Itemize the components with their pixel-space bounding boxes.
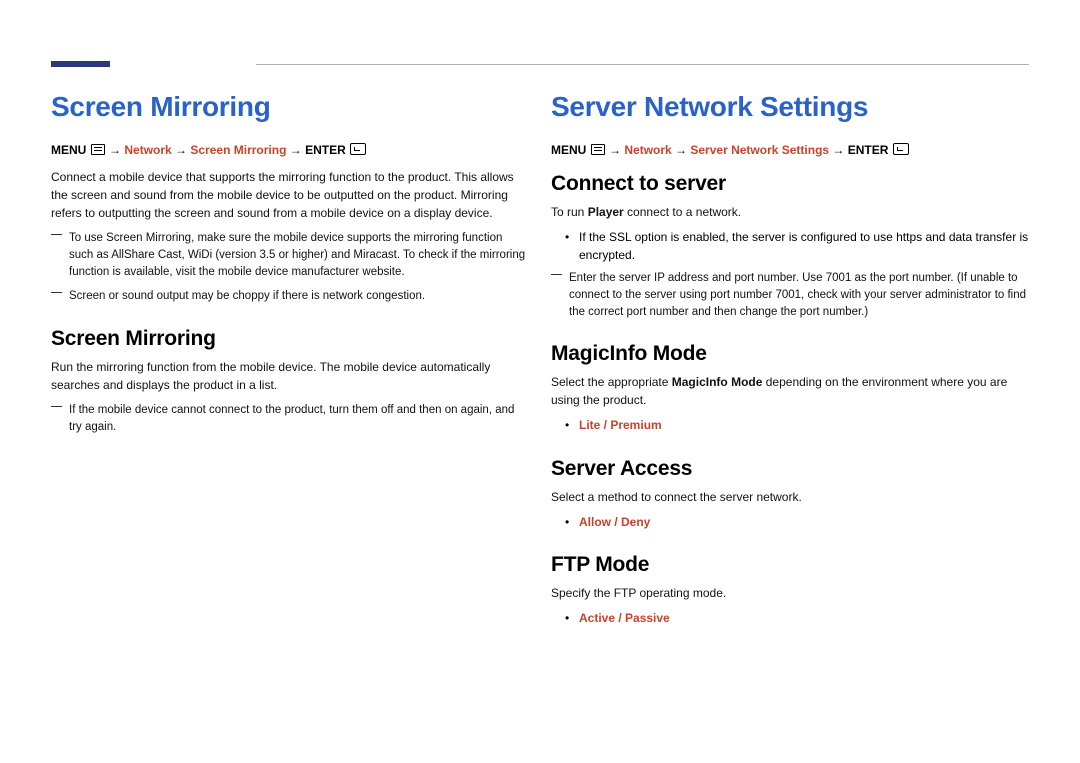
bullet-ssl: If the SSL option is enabled, the server…: [551, 229, 1029, 264]
note-server-ip: Enter the server IP address and port num…: [551, 270, 1029, 320]
intro-paragraph: Connect a mobile device that supports th…: [51, 168, 529, 222]
section-title-server-network: Server Network Settings: [551, 92, 1029, 123]
header-marker: [51, 61, 110, 67]
nav-item-network: Network: [124, 143, 171, 157]
option-allow-deny: Allow / Deny: [551, 514, 1029, 531]
heading-server-access: Server Access: [551, 457, 1029, 480]
sub-paragraph: Run the mirroring function from the mobi…: [51, 358, 529, 394]
ftp-desc: Specify the FTP operating mode.: [551, 584, 1029, 602]
nav-menu-label: MENU: [551, 143, 586, 157]
right-column: Server Network Settings MENU → Network →…: [551, 92, 1029, 634]
nav-enter-label: ENTER: [848, 143, 889, 157]
server-access-desc: Select a method to connect the server ne…: [551, 488, 1029, 506]
heading-connect: Connect to server: [551, 172, 1029, 195]
connect-run-player: To run Player connect to a network.: [551, 203, 1029, 221]
breadcrumb-right: MENU → Network → Server Network Settings…: [551, 143, 1029, 159]
enter-icon: [893, 143, 909, 155]
note-mirroring-compat: To use Screen Mirroring, make sure the m…: [51, 230, 529, 280]
heading-ftp: FTP Mode: [551, 553, 1029, 576]
note-congestion: Screen or sound output may be choppy if …: [51, 288, 529, 305]
magicinfo-desc: Select the appropriate MagicInfo Mode de…: [551, 373, 1029, 409]
option-lite-premium: Lite / Premium: [551, 417, 1029, 434]
enter-icon: [350, 143, 366, 155]
heading-magicinfo: MagicInfo Mode: [551, 342, 1029, 365]
nav-item-server-settings: Server Network Settings: [690, 143, 829, 157]
section-title-screen-mirroring: Screen Mirroring: [51, 92, 529, 123]
nav-item-screen-mirroring: Screen Mirroring: [190, 143, 286, 157]
menu-icon: [591, 144, 605, 155]
note-reconnect: If the mobile device cannot connect to t…: [51, 402, 529, 435]
nav-menu-label: MENU: [51, 143, 86, 157]
header-rule: [256, 64, 1029, 65]
breadcrumb-left: MENU → Network → Screen Mirroring → ENTE…: [51, 143, 529, 159]
nav-enter-label: ENTER: [305, 143, 346, 157]
left-column: Screen Mirroring MENU → Network → Screen…: [51, 92, 529, 444]
nav-item-network: Network: [624, 143, 671, 157]
subheading-screen-mirroring: Screen Mirroring: [51, 327, 529, 350]
option-active-passive: Active / Passive: [551, 610, 1029, 627]
menu-icon: [91, 144, 105, 155]
